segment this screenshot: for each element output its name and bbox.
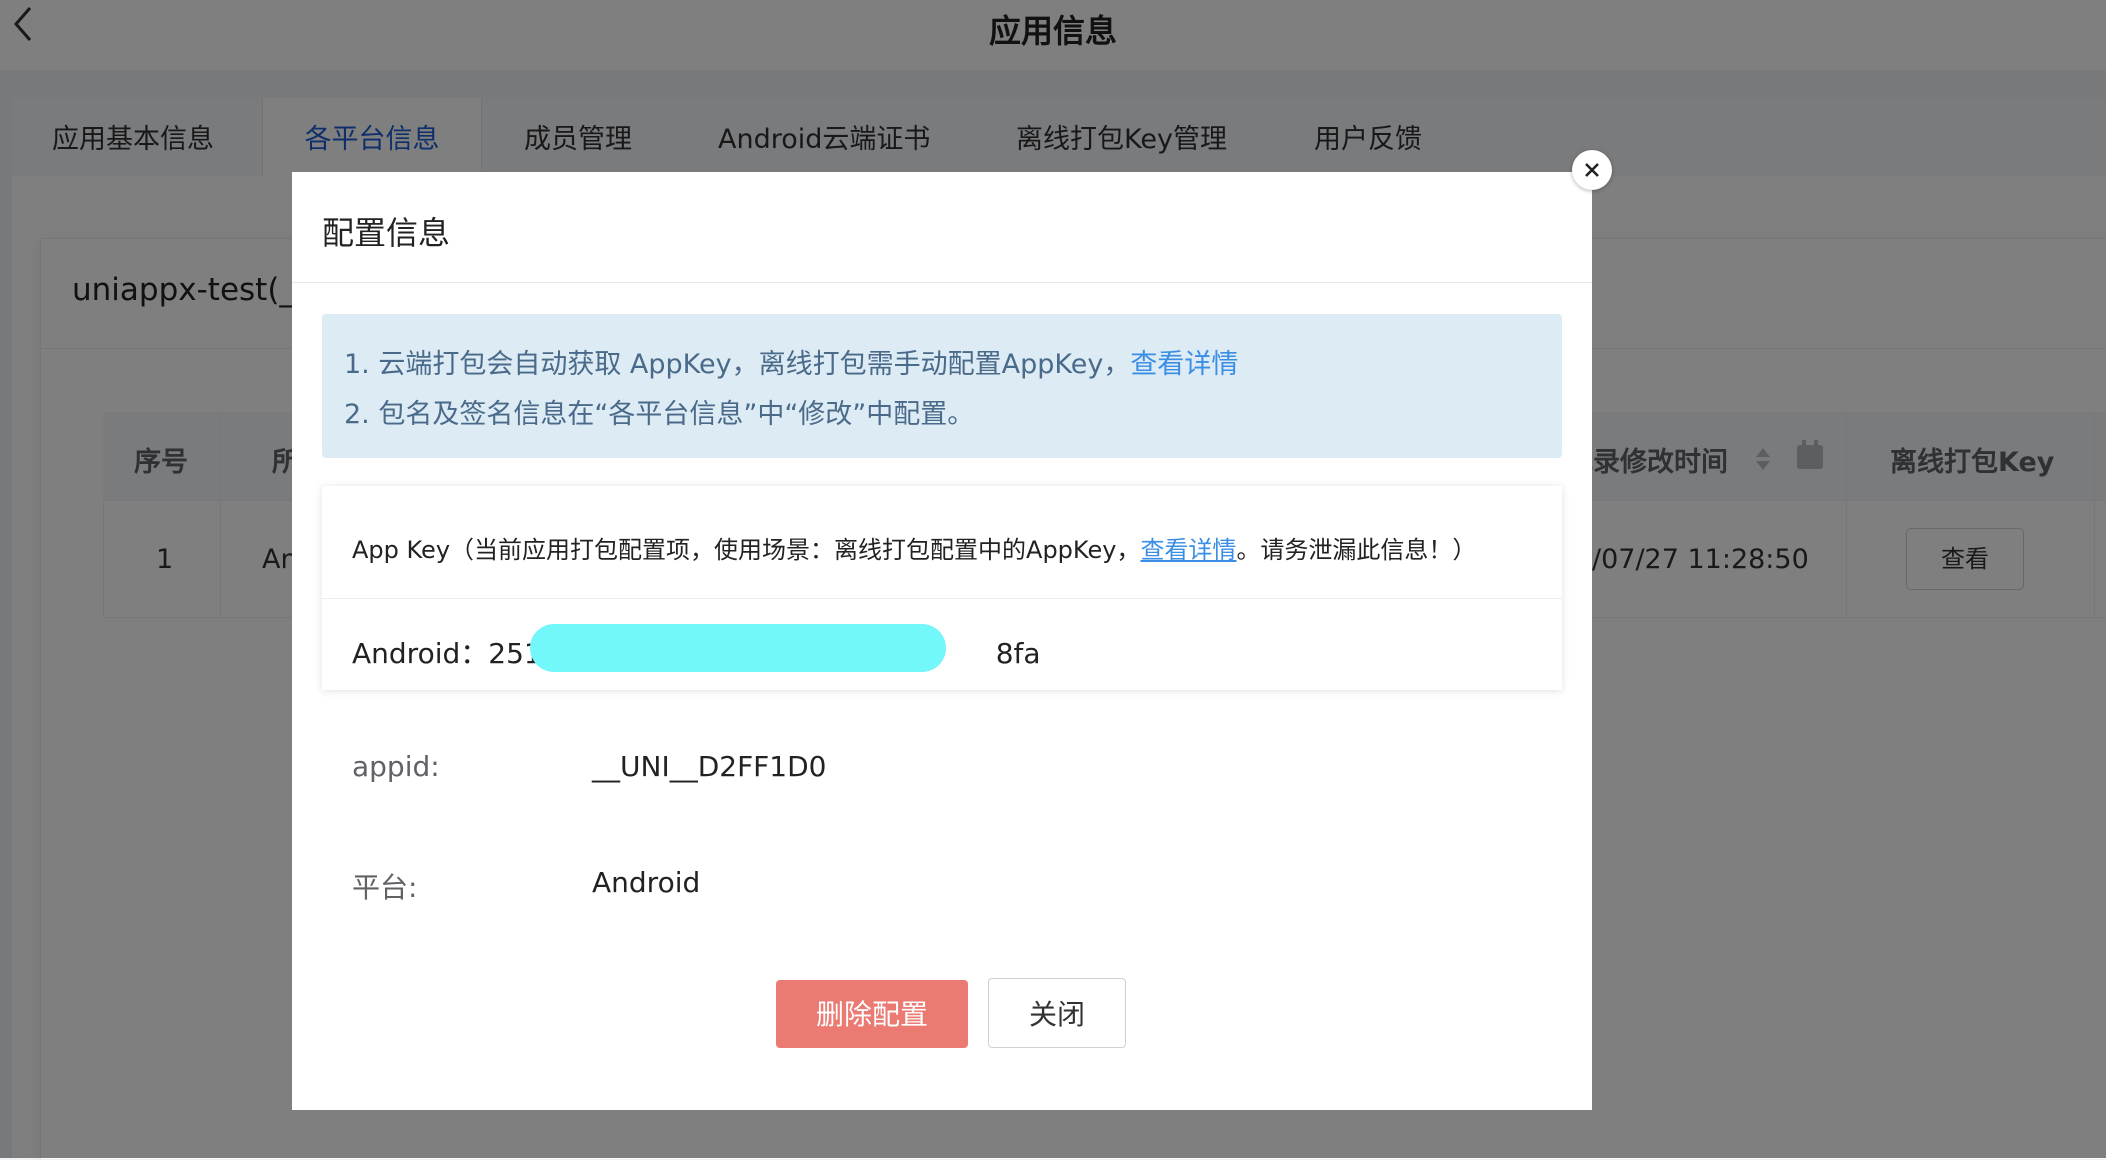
appkey-header-text: App Key（当前应用打包配置项，使用场景：离线打包配置中的AppKey， <box>352 536 1141 564</box>
info-notice: 1. 云端打包会自动获取 AppKey，离线打包需手动配置AppKey，查看详情… <box>322 314 1562 458</box>
appid-value: __UNI__D2FF1D0 <box>592 750 827 783</box>
platform-value: Android <box>592 866 701 899</box>
view-details-link[interactable]: 查看详情 <box>1130 349 1238 380</box>
close-button[interactable]: 关闭 <box>988 978 1126 1048</box>
notice-line-2: 2. 包名及签名信息在“各平台信息”中“修改”中配置。 <box>344 399 975 430</box>
appkey-warning: 。请务泄漏此信息！） <box>1236 536 1477 564</box>
notice-line-1: 1. 云端打包会自动获取 AppKey，离线打包需手动配置AppKey，查看详情 <box>344 342 1238 381</box>
appkey-details-link[interactable]: 查看详情 <box>1140 536 1236 564</box>
delete-config-button[interactable]: 删除配置 <box>776 980 968 1048</box>
dialog-title: 配置信息 <box>322 214 451 252</box>
platform-label: 平台: <box>352 871 418 904</box>
close-icon <box>1585 163 1599 177</box>
appid-label: appid: <box>352 750 440 783</box>
dialog-close-button[interactable] <box>1572 150 1612 190</box>
dialog-divider <box>292 282 1592 283</box>
appkey-header: App Key（当前应用打包配置项，使用场景：离线打包配置中的AppKey，查看… <box>352 530 1476 565</box>
android-key-end: 8fa <box>995 637 1041 670</box>
config-dialog: 配置信息 1. 云端打包会自动获取 AppKey，离线打包需手动配置AppKey… <box>292 172 1592 1110</box>
appkey-divider <box>322 598 1562 599</box>
redaction-mark <box>530 624 946 672</box>
android-key-label: Android： <box>352 637 489 670</box>
notice-line-1-text: 1. 云端打包会自动获取 AppKey，离线打包需手动配置AppKey， <box>344 349 1131 380</box>
